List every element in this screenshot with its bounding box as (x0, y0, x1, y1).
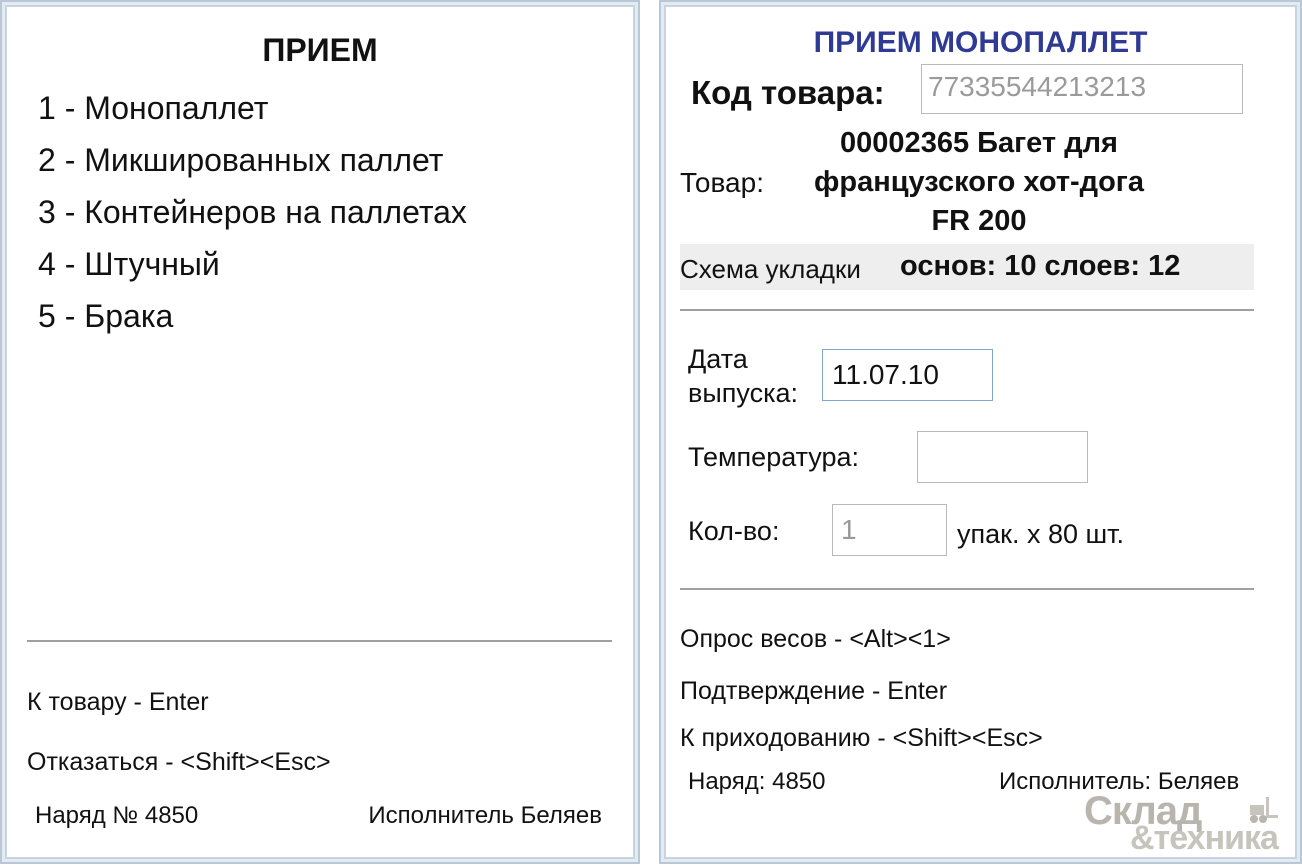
product-code-label: Код товара: (691, 74, 885, 111)
release-date-label: Дата выпуска: (688, 342, 798, 410)
release-date-label-line: Дата (688, 344, 748, 374)
stacking-scheme-label: Схема укладки (680, 254, 861, 284)
goods-label: Товар: (680, 167, 764, 198)
forklift-icon (1250, 797, 1278, 823)
receiving-menu-screen: ПРИЕМ 1 - Монопаллет 2 - Микшированных п… (0, 0, 640, 864)
divider (680, 588, 1254, 590)
menu-item-piece[interactable]: 4 - Штучный (38, 244, 467, 296)
quantity-label: Кол-во: (688, 516, 780, 546)
to-goods-hint[interactable]: К товару - Enter (27, 688, 209, 717)
confirm-hint[interactable]: Подтверждение - Enter (680, 677, 947, 706)
executor-name: Исполнитель Беляев (368, 802, 602, 829)
publisher-logo: Склад &техника (1078, 789, 1300, 859)
screen-title: ПРИЕМ МОНОПАЛЛЕТ (813, 26, 1148, 59)
stacking-scheme-bar: Схема укладки основ: 10 слоев: 12 (680, 244, 1254, 290)
divider (27, 640, 612, 642)
release-date-label-line: выпуска: (688, 378, 798, 408)
menu-item-mixed-pallets[interactable]: 2 - Микшированных паллет (38, 140, 467, 192)
to-receipt-hint[interactable]: К приходованию - <Shift><Esc> (680, 724, 1043, 753)
order-number: Наряд: 4850 (688, 768, 826, 795)
screen-title: ПРИЕМ (262, 32, 378, 68)
goods-name-line: 00002365 Багет для (840, 127, 1118, 159)
order-number: Наряд № 4850 (35, 802, 199, 829)
release-date-field[interactable]: 11.07.10 (822, 349, 993, 401)
weigh-hint[interactable]: Опрос весов - <Alt><1> (680, 625, 951, 654)
quantity-unit: упак. х 80 шт. (957, 519, 1125, 549)
divider (680, 309, 1254, 311)
stacking-scheme-value: основ: 10 слоев: 12 (900, 250, 1181, 282)
monopallet-receiving-screen: ПРИЕМ МОНОПАЛЛЕТ Код товара: 77335544213… (659, 0, 1302, 864)
product-code-field[interactable]: 77335544213213 (921, 64, 1243, 114)
menu-item-containers-on-pallets[interactable]: 3 - Контейнеров на паллетах (38, 192, 467, 244)
menu-item-defective[interactable]: 5 - Брака (38, 296, 467, 348)
menu-item-monopallet[interactable]: 1 - Монопаллет (38, 88, 467, 140)
goods-name: 00002365 Багет для французского хот-дога… (779, 124, 1179, 241)
goods-name-line: FR 200 (931, 205, 1027, 237)
temperature-field[interactable] (917, 431, 1088, 483)
cancel-hint[interactable]: Отказаться - <Shift><Esc> (27, 748, 331, 777)
receiving-type-menu: 1 - Монопаллет 2 - Микшированных паллет … (38, 88, 467, 348)
goods-name-line: французского хот-дога (813, 166, 1145, 198)
quantity-field[interactable]: 1 (832, 504, 947, 556)
temperature-label: Температура: (688, 442, 860, 472)
